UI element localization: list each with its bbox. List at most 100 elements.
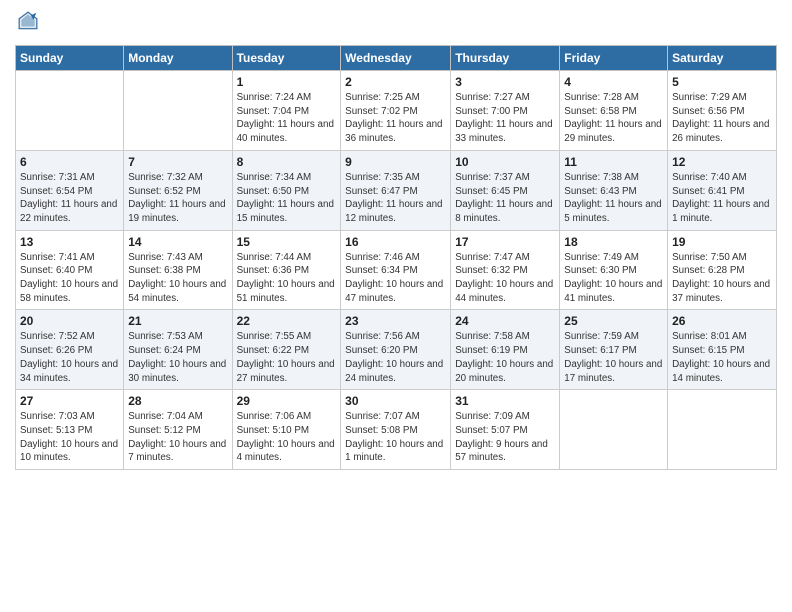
day-info: Sunrise: 7:50 AMSunset: 6:28 PMDaylight:… [672,251,772,306]
day-number: 19 [672,235,772,249]
calendar-cell: 26 Sunrise: 8:01 AMSunset: 6:15 PMDayligh… [668,310,777,390]
weekday-header-monday: Monday [124,46,232,71]
calendar-header-row: SundayMondayTuesdayWednesdayThursdayFrid… [16,46,777,71]
calendar-cell: 18 Sunrise: 7:49 AMSunset: 6:30 PMDayligh… [560,230,668,310]
logo-icon [17,10,39,32]
day-info: Sunrise: 7:38 AMSunset: 6:43 PMDaylight:… [564,171,663,226]
page: SundayMondayTuesdayWednesdayThursdayFrid… [0,0,792,480]
day-number: 22 [237,314,337,328]
day-info: Sunrise: 7:25 AMSunset: 7:02 PMDaylight:… [345,91,446,146]
day-number: 1 [237,75,337,89]
calendar-cell: 16 Sunrise: 7:46 AMSunset: 6:34 PMDayligh… [341,230,451,310]
calendar-cell [16,71,124,151]
day-number: 6 [20,155,119,169]
day-info: Sunrise: 7:41 AMSunset: 6:40 PMDaylight:… [20,251,119,306]
day-number: 4 [564,75,663,89]
calendar-week-row: 13 Sunrise: 7:41 AMSunset: 6:40 PMDayligh… [16,230,777,310]
calendar-cell: 28 Sunrise: 7:04 AMSunset: 5:12 PMDayligh… [124,390,232,470]
day-number: 29 [237,394,337,408]
day-info: Sunrise: 7:28 AMSunset: 6:58 PMDaylight:… [564,91,663,146]
calendar-cell [560,390,668,470]
calendar-cell: 29 Sunrise: 7:06 AMSunset: 5:10 PMDayligh… [232,390,341,470]
day-info: Sunrise: 7:59 AMSunset: 6:17 PMDaylight:… [564,330,663,385]
calendar-table: SundayMondayTuesdayWednesdayThursdayFrid… [15,45,777,470]
day-number: 18 [564,235,663,249]
calendar-cell: 5Sunrise: 7:29 AMSunset: 6:56 PMDaylight… [668,71,777,151]
day-info: Sunrise: 7:34 AMSunset: 6:50 PMDaylight:… [237,171,337,226]
day-number: 10 [455,155,555,169]
day-number: 23 [345,314,446,328]
calendar-cell: 19 Sunrise: 7:50 AMSunset: 6:28 PMDayligh… [668,230,777,310]
day-number: 8 [237,155,337,169]
day-info: Sunrise: 7:37 AMSunset: 6:45 PMDaylight:… [455,171,555,226]
calendar-cell: 6 Sunrise: 7:31 AMSunset: 6:54 PMDaylight… [16,150,124,230]
day-number: 13 [20,235,119,249]
calendar-cell: 4 Sunrise: 7:28 AMSunset: 6:58 PMDaylight… [560,71,668,151]
calendar-week-row: 20 Sunrise: 7:52 AMSunset: 6:26 PMDayligh… [16,310,777,390]
calendar-body: 1 Sunrise: 7:24 AMSunset: 7:04 PMDaylight… [16,71,777,470]
day-number: 24 [455,314,555,328]
day-info: Sunrise: 7:27 AMSunset: 7:00 PMDaylight:… [455,91,555,146]
calendar-week-row: 27 Sunrise: 7:03 AMSunset: 5:13 PMDayligh… [16,390,777,470]
calendar-cell: 17Sunrise: 7:47 AMSunset: 6:32 PMDayligh… [451,230,560,310]
day-number: 26 [672,314,772,328]
calendar-cell: 13 Sunrise: 7:41 AMSunset: 6:40 PMDayligh… [16,230,124,310]
calendar-cell: 12Sunrise: 7:40 AMSunset: 6:41 PMDayligh… [668,150,777,230]
day-number: 14 [128,235,227,249]
header [15,10,777,37]
day-info: Sunrise: 7:52 AMSunset: 6:26 PMDaylight:… [20,330,119,385]
day-info: Sunrise: 7:46 AMSunset: 6:34 PMDaylight:… [345,251,446,306]
day-number: 3 [455,75,555,89]
day-number: 17 [455,235,555,249]
calendar-cell: 23 Sunrise: 7:56 AMSunset: 6:20 PMDayligh… [341,310,451,390]
calendar-cell: 25 Sunrise: 7:59 AMSunset: 6:17 PMDayligh… [560,310,668,390]
calendar-cell: 30 Sunrise: 7:07 AMSunset: 5:08 PMDayligh… [341,390,451,470]
weekday-header-wednesday: Wednesday [341,46,451,71]
day-info: Sunrise: 7:49 AMSunset: 6:30 PMDaylight:… [564,251,663,306]
calendar-cell: 7 Sunrise: 7:32 AMSunset: 6:52 PMDaylight… [124,150,232,230]
weekday-header-friday: Friday [560,46,668,71]
day-info: Sunrise: 7:35 AMSunset: 6:47 PMDaylight:… [345,171,446,226]
day-info: Sunrise: 8:01 AMSunset: 6:15 PMDaylight:… [672,330,772,385]
calendar-cell: 9Sunrise: 7:35 AMSunset: 6:47 PMDaylight… [341,150,451,230]
day-info: Sunrise: 7:56 AMSunset: 6:20 PMDaylight:… [345,330,446,385]
calendar-cell: 24Sunrise: 7:58 AMSunset: 6:19 PMDayligh… [451,310,560,390]
day-info: Sunrise: 7:03 AMSunset: 5:13 PMDaylight:… [20,410,119,465]
day-number: 11 [564,155,663,169]
day-info: Sunrise: 7:31 AMSunset: 6:54 PMDaylight:… [20,171,119,226]
day-number: 30 [345,394,446,408]
day-info: Sunrise: 7:06 AMSunset: 5:10 PMDaylight:… [237,410,337,465]
calendar-cell: 3 Sunrise: 7:27 AMSunset: 7:00 PMDaylight… [451,71,560,151]
calendar-cell [124,71,232,151]
day-number: 28 [128,394,227,408]
day-number: 7 [128,155,227,169]
day-info: Sunrise: 7:04 AMSunset: 5:12 PMDaylight:… [128,410,227,465]
calendar-week-row: 1 Sunrise: 7:24 AMSunset: 7:04 PMDaylight… [16,71,777,151]
day-number: 21 [128,314,227,328]
weekday-header-sunday: Sunday [16,46,124,71]
day-info: Sunrise: 7:40 AMSunset: 6:41 PMDaylight:… [672,171,772,226]
day-number: 27 [20,394,119,408]
day-number: 16 [345,235,446,249]
calendar-cell: 20 Sunrise: 7:52 AMSunset: 6:26 PMDayligh… [16,310,124,390]
calendar-cell: 15Sunrise: 7:44 AMSunset: 6:36 PMDayligh… [232,230,341,310]
day-info: Sunrise: 7:32 AMSunset: 6:52 PMDaylight:… [128,171,227,226]
day-info: Sunrise: 7:43 AMSunset: 6:38 PMDaylight:… [128,251,227,306]
logo [15,10,41,37]
calendar-week-row: 6 Sunrise: 7:31 AMSunset: 6:54 PMDaylight… [16,150,777,230]
calendar-cell: 2 Sunrise: 7:25 AMSunset: 7:02 PMDaylight… [341,71,451,151]
calendar-cell: 21 Sunrise: 7:53 AMSunset: 6:24 PMDayligh… [124,310,232,390]
day-info: Sunrise: 7:24 AMSunset: 7:04 PMDaylight:… [237,91,337,146]
day-info: Sunrise: 7:07 AMSunset: 5:08 PMDaylight:… [345,410,446,465]
day-number: 2 [345,75,446,89]
calendar-cell [668,390,777,470]
calendar-cell: 22Sunrise: 7:55 AMSunset: 6:22 PMDayligh… [232,310,341,390]
day-number: 25 [564,314,663,328]
day-info: Sunrise: 7:53 AMSunset: 6:24 PMDaylight:… [128,330,227,385]
calendar-cell: 8 Sunrise: 7:34 AMSunset: 6:50 PMDaylight… [232,150,341,230]
day-number: 20 [20,314,119,328]
day-number: 5 [672,75,772,89]
calendar-cell: 14 Sunrise: 7:43 AMSunset: 6:38 PMDayligh… [124,230,232,310]
calendar-cell: 11 Sunrise: 7:38 AMSunset: 6:43 PMDayligh… [560,150,668,230]
day-info: Sunrise: 7:44 AMSunset: 6:36 PMDaylight:… [237,251,337,306]
